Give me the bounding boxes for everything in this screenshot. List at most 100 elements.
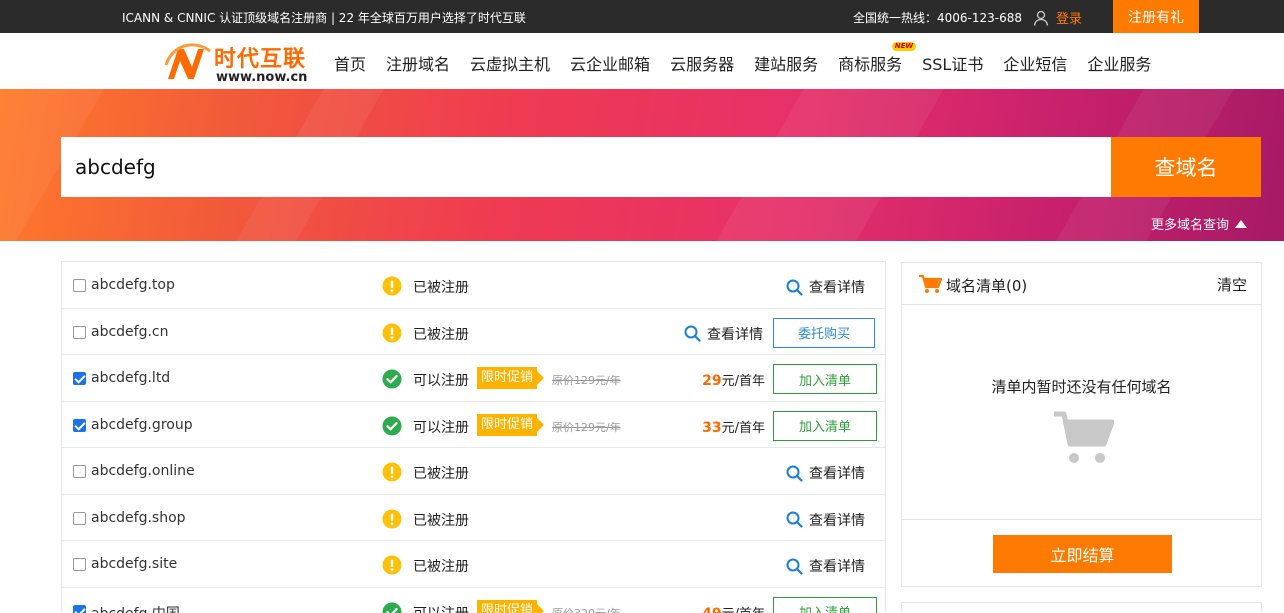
- price-unit: 元/首年: [722, 607, 765, 613]
- nav-server[interactable]: 云服务器: [670, 51, 734, 75]
- domain-status: 已被注册: [413, 559, 469, 575]
- domain-name: abcdefg.shop: [91, 509, 186, 526]
- price-value: 29: [702, 373, 722, 389]
- domain-name: abcdefg.top: [91, 277, 175, 293]
- taken-warning-icon: [382, 323, 402, 343]
- search-icon: [786, 279, 803, 296]
- search-domain-button[interactable]: 查域名: [1111, 137, 1261, 197]
- price-value: 33: [702, 419, 722, 436]
- domain-checkbox[interactable]: [73, 511, 86, 525]
- top-bar: ICANN & CNNIC 认证顶级域名注册商 | 22 年全球百万用户选择了时…: [0, 0, 1284, 33]
- view-details-label: 查看详情: [809, 280, 865, 296]
- add-to-cart-button[interactable]: 加入清单: [773, 596, 877, 613]
- available-check-icon: [382, 369, 402, 389]
- view-details-label: 查看详情: [809, 466, 865, 482]
- domain-checkbox[interactable]: [73, 465, 86, 478]
- main-header: 时代互联 www.now.cn 首页 注册域名 云虚拟主机 云企业邮箱 云服务器…: [0, 33, 1284, 89]
- more-query-toggle[interactable]: 更多域名查询: [1151, 214, 1248, 233]
- cart-header: 域名清单(0) 清空: [902, 263, 1261, 305]
- register-button[interactable]: 注册有礼: [1113, 0, 1199, 33]
- domain-row: abcdefg.top 已被注册 查看详情: [62, 262, 885, 309]
- logo-name: 时代互联: [214, 47, 307, 72]
- view-details-link[interactable]: 查看详情: [786, 510, 865, 530]
- domain-name: abcdefg.中国: [91, 603, 180, 613]
- view-details-label: 查看详情: [809, 559, 865, 575]
- domain-checkbox[interactable]: [73, 372, 86, 385]
- view-details-link[interactable]: 查看详情: [786, 463, 865, 483]
- taken-warning-icon: [382, 509, 402, 529]
- search-icon: [786, 558, 803, 575]
- nav-website[interactable]: 建站服务: [754, 51, 818, 75]
- taken-warning-icon: [382, 462, 402, 482]
- domain-checkbox[interactable]: [73, 325, 86, 339]
- domain-price: 33元/首年: [702, 417, 765, 436]
- domain-status: 可以注册: [413, 373, 469, 389]
- domain-row: abcdefg.site 已被注册 查看详情: [62, 541, 885, 588]
- domain-results-list: abcdefg.top 已被注册 查看详情 abcdefg.cn 已被注册 查看详情 委托购…: [61, 261, 886, 613]
- domain-checkbox[interactable]: [73, 604, 86, 613]
- nav-domain[interactable]: 注册域名: [386, 51, 450, 75]
- cart-divider: [902, 519, 1261, 520]
- nav-home[interactable]: 首页: [334, 51, 366, 75]
- nav-email[interactable]: 云企业邮箱: [570, 51, 650, 75]
- nav-trademark[interactable]: 商标服务 NEW: [838, 42, 917, 75]
- price-value: 49: [702, 606, 721, 613]
- login-link[interactable]: 登录: [1033, 8, 1082, 27]
- domain-row: abcdefg.group 可以注册 限时促销 原价129元/年 33元/首年 加入清单: [62, 402, 885, 448]
- nav-ssl[interactable]: SSL证书: [922, 51, 983, 75]
- promo-badge: 限时促销: [477, 367, 545, 389]
- secondary-panel: [901, 602, 1262, 613]
- caret-up-icon: [1235, 219, 1248, 228]
- promo-badge: 限时促销: [477, 599, 545, 613]
- original-price: 原价129元/年: [552, 420, 621, 434]
- nav-enterprise[interactable]: 企业服务: [1087, 51, 1151, 75]
- domain-checkbox[interactable]: [73, 418, 86, 432]
- view-details-label: 查看详情: [707, 326, 763, 343]
- login-label: 登录: [1056, 12, 1083, 27]
- view-details-link[interactable]: 查看详情: [684, 324, 763, 344]
- domain-status: 可以注册: [413, 603, 469, 613]
- hotline-text: 全国统一热线：4006-123-688: [853, 11, 1023, 25]
- price-unit: 元/首年: [721, 420, 765, 436]
- available-check-icon: [382, 416, 402, 436]
- cart-clear-button[interactable]: 清空: [1217, 274, 1247, 295]
- logo-url: www.now.cn: [216, 70, 308, 85]
- domain-status: 已被注册: [413, 512, 469, 529]
- domain-row: abcdefg.online 已被注册 查看详情: [62, 448, 885, 495]
- checkout-button[interactable]: 立即结算: [993, 535, 1172, 573]
- search-icon: [786, 511, 803, 528]
- domain-name: abcdefg.group: [91, 416, 193, 433]
- domain-name: abcdefg.site: [91, 556, 178, 572]
- search-icon: [684, 325, 701, 342]
- domain-price: 29元/首年: [702, 370, 765, 389]
- domain-checkbox[interactable]: [73, 279, 86, 292]
- domain-status: 可以注册: [413, 419, 469, 436]
- view-details-link[interactable]: 查看详情: [786, 556, 865, 576]
- domain-name: abcdefg.cn: [91, 323, 169, 340]
- add-to-cart-button[interactable]: 加入清单: [773, 364, 877, 394]
- certification-text: ICANN & CNNIC 认证顶级域名注册商 | 22 年全球百万用户选择了时…: [122, 11, 526, 25]
- user-icon: [1033, 10, 1049, 26]
- domain-checkbox[interactable]: [73, 558, 86, 571]
- search-banner: 查域名 更多域名查询: [0, 89, 1284, 241]
- shopping-cart-icon: [919, 274, 942, 293]
- more-query-label: 更多域名查询: [1151, 218, 1230, 233]
- site-logo[interactable]: 时代互联 www.now.cn: [164, 39, 319, 87]
- domain-status: 已被注册: [413, 466, 469, 482]
- empty-cart-icon: [1054, 411, 1114, 463]
- domain-name: abcdefg.online: [91, 463, 195, 479]
- promo-badge: 限时促销: [477, 413, 545, 436]
- domain-row: abcdefg.shop 已被注册 查看详情: [62, 495, 885, 541]
- nav-hosting[interactable]: 云虚拟主机: [470, 51, 550, 75]
- domain-search-input[interactable]: [61, 137, 1111, 197]
- taken-warning-icon: [382, 276, 402, 296]
- view-details-link[interactable]: 查看详情: [786, 277, 865, 297]
- add-to-cart-button[interactable]: 加入清单: [773, 410, 877, 441]
- original-price: 原价320元/年: [552, 606, 621, 613]
- domain-row: abcdefg.中国 可以注册限时促销原价320元/年 49元/首年 加入清单: [62, 588, 885, 613]
- domain-name: abcdefg.ltd: [91, 370, 171, 386]
- cart-empty-message: 清单内暂时还没有任何域名: [991, 378, 1172, 396]
- nav-sms[interactable]: 企业短信: [1003, 51, 1067, 75]
- cart-title: 域名清单(0): [946, 277, 1028, 295]
- broker-purchase-button[interactable]: 委托购买: [773, 317, 875, 348]
